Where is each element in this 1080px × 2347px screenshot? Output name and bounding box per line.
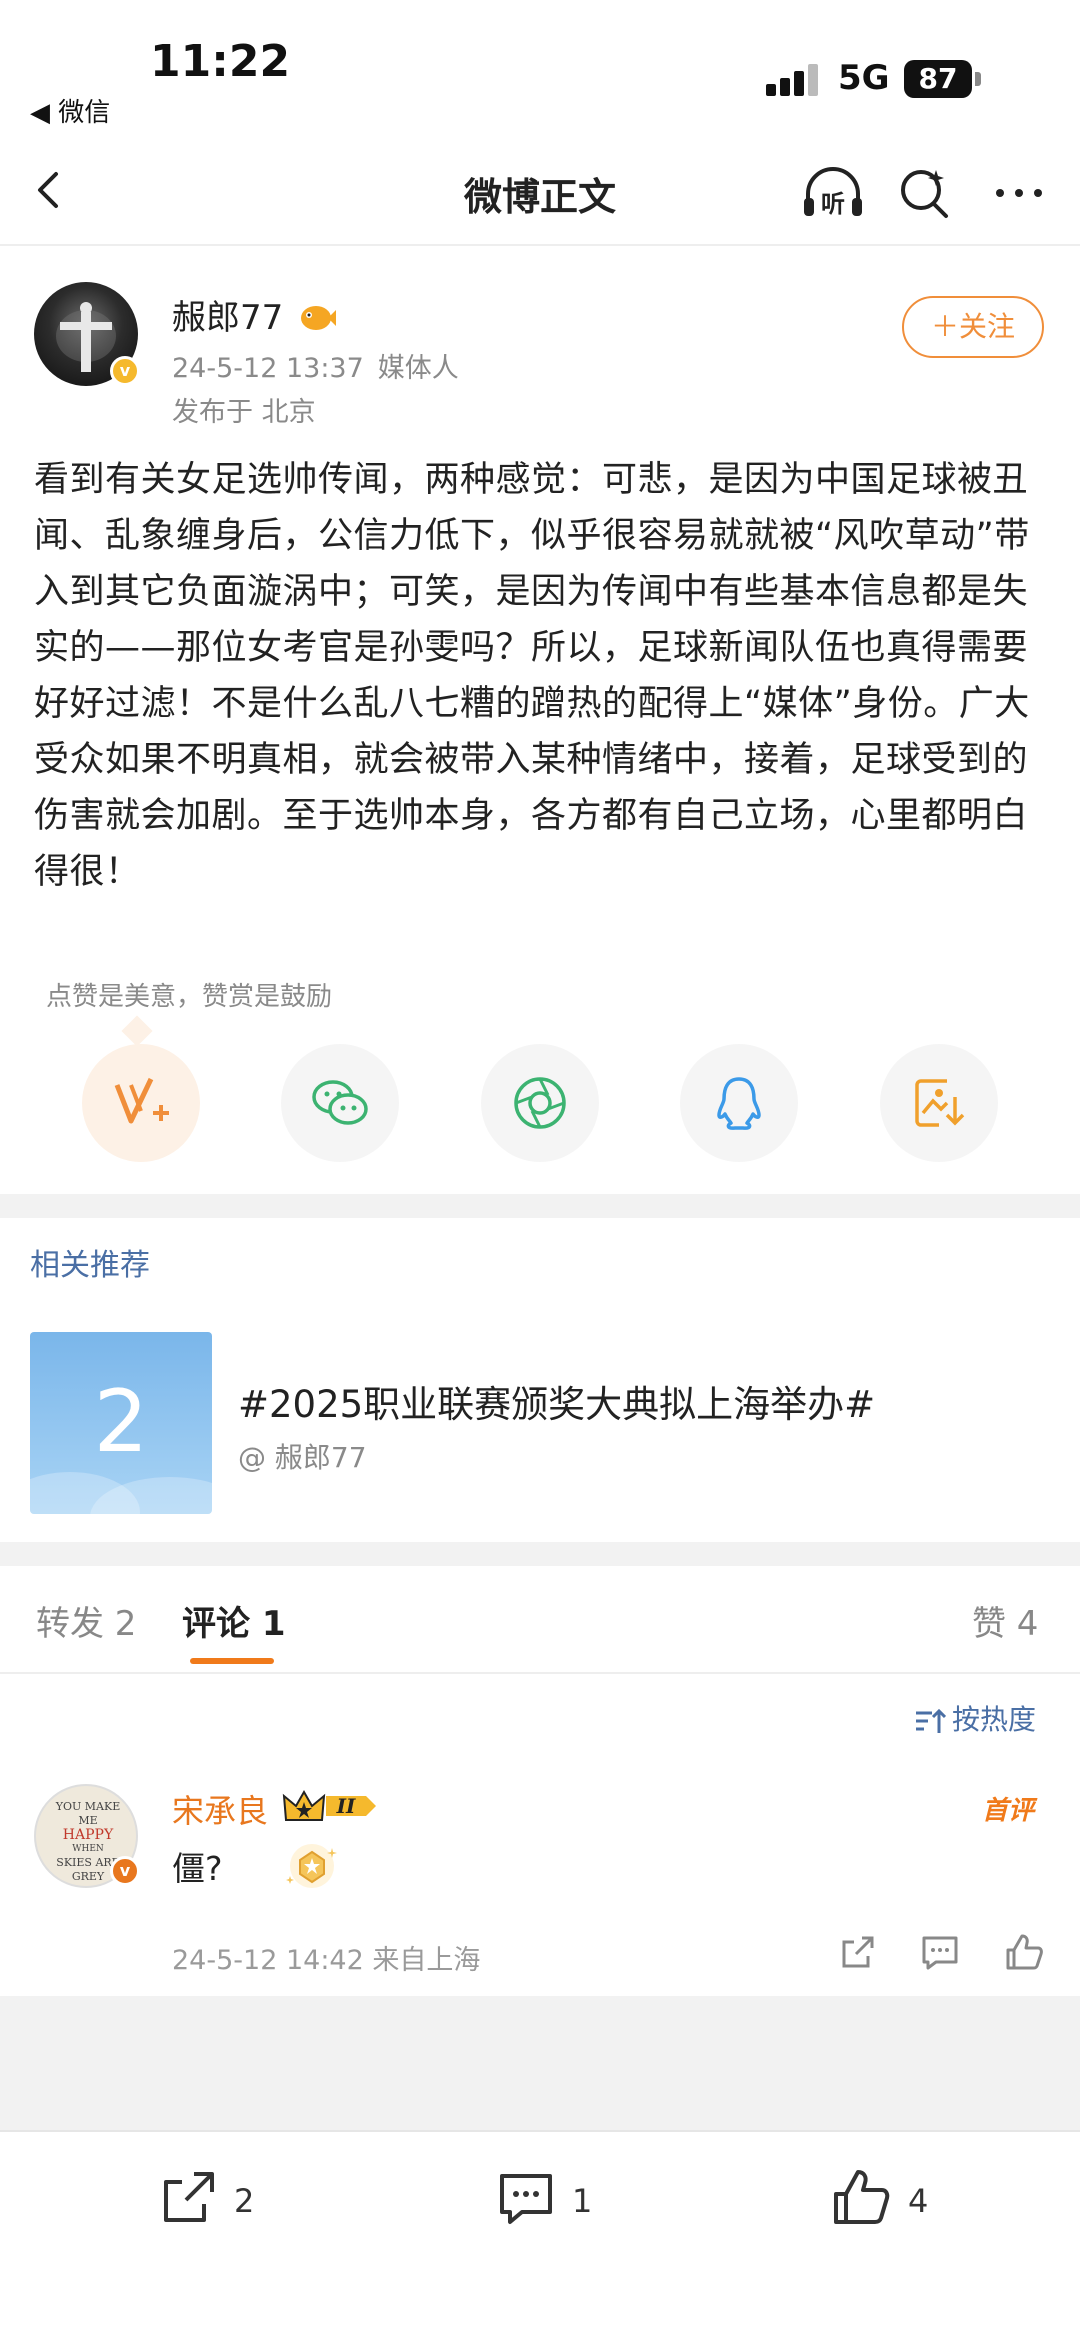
comment-text: 僵?	[172, 1849, 223, 1888]
sort-by-hot-button[interactable]: 按热度	[914, 1698, 1036, 1738]
recommend-source: @ 赧郎77	[238, 1441, 367, 1474]
tab-repost[interactable]: 转发 2	[36, 1596, 136, 1645]
recommend-card-image[interactable]: 2	[30, 1332, 212, 1514]
comment-button[interactable]: 1	[494, 2166, 614, 2236]
tab-like[interactable]: 赞 4	[972, 1596, 1038, 1645]
top-nav: 微博正文 听	[0, 140, 1080, 246]
svg-text:听: 听	[821, 190, 845, 218]
qq-icon[interactable]	[680, 1044, 798, 1162]
tab-comment[interactable]: 评论 1	[182, 1596, 286, 1645]
status-bar: 11:22 ◀ 微信 5G 87	[0, 0, 1080, 140]
like-count: 4	[908, 2182, 929, 2220]
headphone-listen-icon[interactable]: 听	[800, 162, 866, 224]
repost-count: 2	[234, 2182, 255, 2220]
like-comment-icon[interactable]	[1002, 1930, 1046, 1974]
reward-hint: 点赞是美意，赞赏是鼓励	[46, 982, 333, 1012]
moments-icon[interactable]	[481, 1044, 599, 1162]
section-divider	[0, 1194, 1080, 1218]
verified-badge-icon: v	[110, 356, 140, 386]
recommend-headline[interactable]: #2025职业联赛颁奖大典拟上海举办#	[238, 1374, 875, 1428]
search-icon[interactable]	[896, 164, 954, 222]
wechat-icon[interactable]	[281, 1044, 399, 1162]
first-comment-badge: 首评	[982, 1796, 1035, 1826]
reward-tip-arrow	[121, 1015, 153, 1047]
signal-icon	[766, 64, 822, 96]
share-row	[0, 1044, 1080, 1164]
recommend-card-number: 2	[93, 1372, 149, 1472]
comments-end-filler	[0, 1996, 1080, 2130]
rank-label: II	[336, 1794, 356, 1818]
author-name[interactable]: 赧郎77	[172, 290, 337, 339]
follow-button[interactable]: ＋关注	[902, 296, 1044, 358]
author-name-text: 赧郎77	[172, 298, 284, 338]
clock: 11:22	[150, 36, 291, 87]
battery-tip	[975, 72, 981, 86]
fan-level-fish-icon	[301, 306, 337, 330]
battery-icon: 87	[904, 60, 972, 98]
repost-icon	[164, 2172, 214, 2222]
reward-v-plus-icon[interactable]	[82, 1044, 200, 1162]
network-type: 5G	[838, 58, 890, 98]
section-divider	[0, 1542, 1080, 1566]
repost-comment-icon[interactable]	[836, 1930, 880, 1974]
comment-icon	[500, 2174, 552, 2224]
comment-meta: 24-5-12 14:42 来自上海	[172, 1945, 481, 1976]
comment-count: 1	[572, 2182, 593, 2220]
reply-comment-icon[interactable]	[918, 1930, 962, 1974]
save-image-icon[interactable]	[880, 1044, 998, 1162]
active-tab-indicator	[190, 1658, 274, 1664]
post-body: 看到有关女足选帅传闻，两种感觉：可悲，是因为中国足球被丑闻、乱象缠身后，公信力低…	[34, 460, 1030, 892]
crown-rank-icon: II	[282, 1786, 378, 1826]
bottom-action-bar: 2 1 4	[0, 2130, 1080, 2347]
back-to-app-link[interactable]: ◀ 微信	[30, 92, 110, 129]
post-meta: 24-5-12 13:37 媒体人	[172, 346, 459, 385]
commenter-verified-icon: v	[110, 1856, 140, 1886]
sparkle-medal-icon	[280, 1836, 340, 1896]
more-dots-icon[interactable]	[990, 164, 1048, 222]
sort-label: 按热度	[952, 1703, 1037, 1736]
post-date: 24-5-12 13:37	[172, 353, 364, 384]
post-location: 发布于 北京	[172, 397, 316, 428]
commenter-name[interactable]: 宋承良	[172, 1786, 268, 1832]
verified-type: 媒体人	[377, 353, 459, 384]
repost-button[interactable]: 2	[156, 2166, 276, 2236]
sort-icon	[916, 1708, 947, 1733]
like-button[interactable]: 4	[830, 2166, 950, 2236]
recommend-section-title: 相关推荐	[30, 1248, 150, 1283]
thumbs-up-icon	[834, 2170, 890, 2224]
tabs-divider	[0, 1672, 1080, 1674]
